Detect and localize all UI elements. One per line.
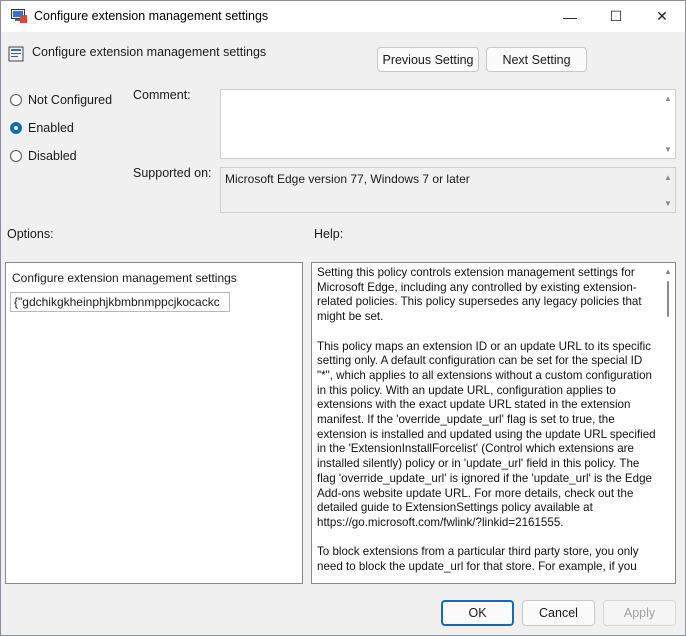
help-text: Setting this policy controls extension m… (317, 266, 656, 574)
radio-label-enabled: Enabled (28, 121, 74, 135)
comment-textarea[interactable]: ▲ ▼ (220, 89, 676, 159)
supported-on-value: Microsoft Edge version 77, Windows 7 or … (225, 172, 470, 186)
window-title: Configure extension management settings (34, 9, 269, 23)
previous-setting-button[interactable]: Previous Setting (377, 47, 479, 72)
help-label: Help: (314, 227, 344, 241)
options-label: Options: (7, 227, 54, 241)
title-bar: Configure extension management settings … (1, 1, 685, 32)
cancel-button[interactable]: Cancel (522, 600, 595, 626)
minimize-icon: — (563, 8, 577, 25)
help-scrollbar[interactable]: ▲ (661, 263, 675, 583)
radio-circle-not-configured[interactable] (10, 94, 22, 106)
scroll-up-icon[interactable]: ▲ (664, 94, 672, 103)
help-scrollbar-thumb[interactable] (667, 281, 669, 317)
help-panel: Setting this policy controls extension m… (311, 262, 676, 584)
minimize-button[interactable]: — (547, 1, 593, 32)
comment-scrollbar[interactable]: ▲ ▼ (661, 90, 675, 158)
extension-settings-input[interactable]: {"gdchikgkheinphjkbmbnmppcjkocackc (10, 292, 230, 312)
comment-label: Comment: (133, 88, 191, 102)
scroll-down-icon[interactable]: ▼ (664, 199, 672, 208)
radio-not-configured[interactable]: Not Configured (10, 93, 112, 107)
policy-editor-icon (11, 9, 27, 23)
maximize-button[interactable]: ☐ (593, 1, 639, 32)
ok-button[interactable]: OK (441, 600, 514, 626)
radio-disabled[interactable]: Disabled (10, 149, 77, 163)
options-field-label: Configure extension management settings (12, 271, 237, 285)
close-icon: ✕ (656, 8, 668, 24)
next-setting-button[interactable]: Next Setting (486, 47, 587, 72)
options-panel: Configure extension management settings … (5, 262, 303, 584)
radio-label-not-configured: Not Configured (28, 93, 113, 107)
policy-setting-icon (8, 46, 24, 62)
scroll-up-icon[interactable]: ▲ (664, 267, 672, 276)
radio-circle-disabled[interactable] (10, 150, 22, 162)
scroll-down-icon[interactable]: ▼ (664, 145, 672, 154)
supported-on-box: Microsoft Edge version 77, Windows 7 or … (220, 167, 676, 213)
radio-label-disabled: Disabled (28, 149, 77, 163)
maximize-icon: ☐ (609, 8, 623, 24)
setting-title: Configure extension management settings (32, 45, 267, 59)
supported-on-scrollbar[interactable]: ▲ ▼ (661, 168, 675, 212)
apply-button[interactable]: Apply (603, 600, 676, 626)
radio-enabled[interactable]: Enabled (10, 121, 74, 135)
radio-circle-enabled[interactable] (10, 122, 22, 134)
policy-dialog: Configure extension management settings … (0, 0, 686, 636)
scroll-up-icon[interactable]: ▲ (664, 173, 672, 182)
supported-on-label: Supported on: (133, 166, 212, 180)
close-button[interactable]: ✕ (639, 1, 685, 32)
